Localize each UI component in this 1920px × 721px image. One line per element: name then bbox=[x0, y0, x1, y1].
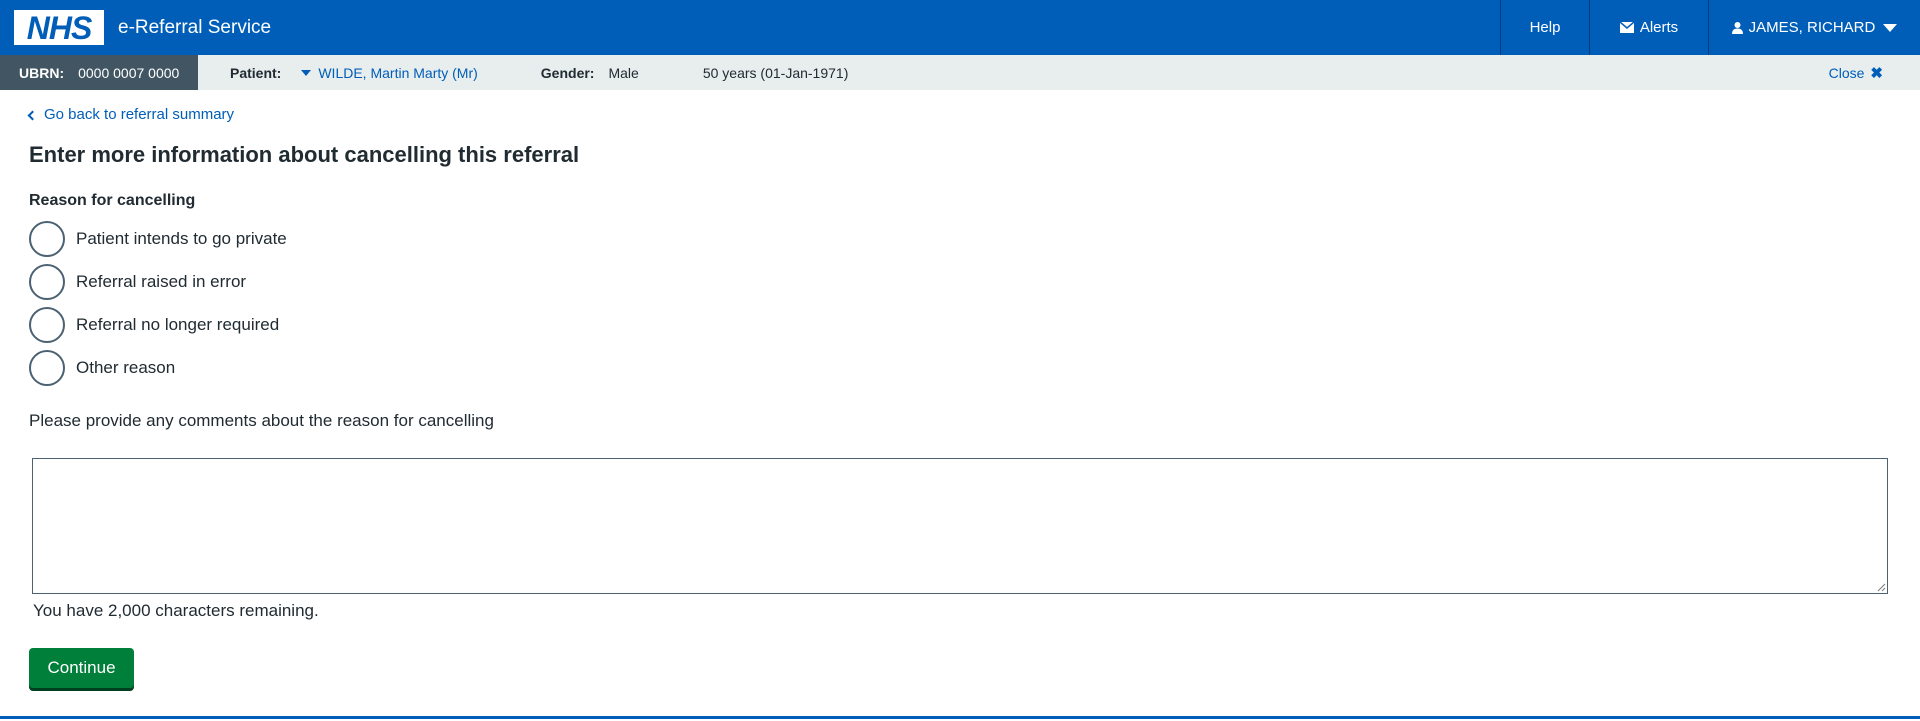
nhs-logo-text: NHS bbox=[26, 9, 93, 46]
characters-remaining: You have 2,000 characters remaining. bbox=[33, 601, 319, 620]
radio-button[interactable] bbox=[29, 264, 65, 300]
radio-label: Other reason bbox=[76, 358, 176, 377]
user-icon bbox=[1731, 21, 1743, 34]
radio-button[interactable] bbox=[29, 350, 65, 386]
radio-raised-in-error[interactable]: Referral raised in error bbox=[29, 264, 246, 300]
page-title: Enter more information about cancelling … bbox=[29, 142, 580, 167]
alerts-link[interactable]: Alerts bbox=[1589, 0, 1708, 55]
patient-details-toggle[interactable]: WILDE, Martin Marty (Mr) bbox=[301, 64, 478, 81]
continue-button[interactable]: Continue bbox=[29, 648, 134, 688]
comments-label: Please provide any comments about the re… bbox=[29, 411, 494, 430]
radio-button[interactable] bbox=[29, 307, 65, 343]
alerts-label: Alerts bbox=[1639, 19, 1679, 36]
close-button[interactable]: Close ✖ bbox=[1829, 55, 1883, 90]
comments-textarea[interactable] bbox=[32, 458, 1888, 594]
gender-value: Male bbox=[608, 64, 639, 81]
chevron-down-icon bbox=[1883, 23, 1898, 32]
chevron-left-icon bbox=[27, 110, 38, 120]
radio-patient-private[interactable]: Patient intends to go private bbox=[29, 221, 287, 257]
gender-label: Gender: bbox=[540, 64, 595, 81]
close-icon: ✖ bbox=[1870, 64, 1883, 82]
radio-no-longer-required[interactable]: Referral no longer required bbox=[29, 307, 279, 343]
radio-label: Referral raised in error bbox=[76, 272, 247, 291]
radio-label: Referral no longer required bbox=[76, 315, 280, 334]
patient-label: Patient: bbox=[230, 64, 282, 81]
back-link[interactable]: Go back to referral summary bbox=[27, 106, 235, 123]
radio-button[interactable] bbox=[29, 221, 65, 257]
patient-banner: UBRN: 0000 0007 0000 Patient: WILDE, Mar… bbox=[0, 55, 1920, 90]
caret-down-icon bbox=[301, 69, 312, 76]
user-menu[interactable]: JAMES, RICHARD bbox=[1708, 0, 1920, 55]
patient-name: WILDE, Martin Marty (Mr) bbox=[318, 64, 478, 81]
envelope-icon bbox=[1619, 22, 1634, 33]
brand: NHS e-Referral Service bbox=[0, 0, 271, 55]
user-name: JAMES, RICHARD bbox=[1748, 19, 1876, 36]
ubrn: UBRN: 0000 0007 0000 bbox=[0, 55, 198, 90]
reason-label: Reason for cancelling bbox=[29, 192, 196, 209]
ubrn-value: 0000 0007 0000 bbox=[78, 64, 180, 81]
ubrn-label: UBRN: bbox=[19, 64, 65, 81]
top-header: NHS e-Referral Service Help Alerts JAMES… bbox=[0, 0, 1920, 55]
close-label: Close bbox=[1828, 64, 1865, 81]
help-link[interactable]: Help bbox=[1500, 0, 1589, 55]
radio-label: Patient intends to go private bbox=[76, 229, 287, 248]
radio-other-reason[interactable]: Other reason bbox=[29, 350, 175, 386]
service-name[interactable]: e-Referral Service bbox=[118, 17, 271, 39]
back-link-label: Go back to referral summary bbox=[44, 106, 235, 123]
nhs-logo[interactable]: NHS bbox=[14, 10, 104, 45]
bottom-divider bbox=[0, 716, 1920, 719]
patient-age: 50 years (01-Jan-1971) bbox=[702, 64, 849, 81]
